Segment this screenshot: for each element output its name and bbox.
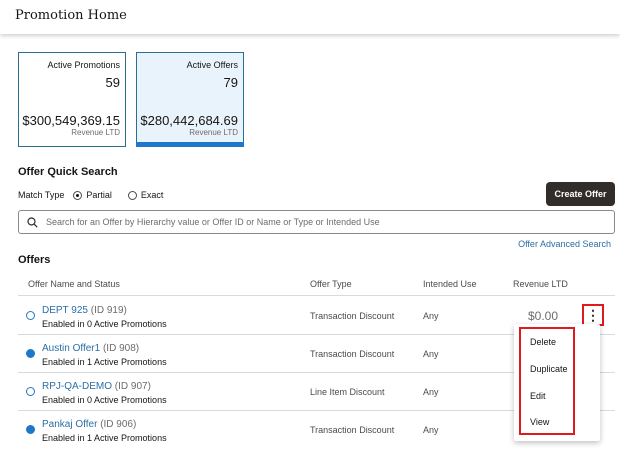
offer-type: Transaction Discount bbox=[310, 349, 395, 359]
column-header-revenue[interactable]: Revenue LTD bbox=[513, 279, 568, 289]
page-title: Promotion Home bbox=[15, 8, 127, 23]
column-header-type[interactable]: Offer Type bbox=[310, 279, 352, 289]
exact-option-label[interactable]: Exact bbox=[141, 190, 164, 200]
offer-type: Line Item Discount bbox=[310, 387, 385, 397]
card-count: 79 bbox=[223, 75, 238, 90]
intended-use: Any bbox=[423, 311, 439, 321]
offer-status: Enabled in 0 Active Promotions bbox=[42, 319, 167, 329]
menu-item-delete[interactable]: Delete bbox=[530, 337, 556, 347]
top-bar: Promotion Home bbox=[0, 0, 620, 34]
offer-name-link[interactable]: Austin Offer1 (ID 908) bbox=[42, 343, 139, 354]
intended-use: Any bbox=[423, 425, 439, 435]
partial-option-label[interactable]: Partial bbox=[86, 190, 112, 200]
offer-status: Enabled in 0 Active Promotions bbox=[42, 395, 167, 405]
offer-name-link[interactable]: DEPT 925 (ID 919) bbox=[42, 305, 127, 316]
status-indicator bbox=[26, 349, 35, 358]
active-promotions-card[interactable]: Active Promotions 59 $300,549,369.15 Rev… bbox=[18, 52, 126, 147]
offer-status: Enabled in 1 Active Promotions bbox=[42, 433, 167, 443]
exact-radio[interactable] bbox=[127, 190, 137, 200]
active-offers-card[interactable]: Active Offers 79 $280,442,684.69 Revenue… bbox=[136, 52, 244, 147]
offer-search-box[interactable] bbox=[18, 210, 615, 234]
menu-item-duplicate[interactable]: Duplicate bbox=[530, 364, 568, 374]
row-actions-button[interactable]: ⋮ bbox=[582, 304, 604, 326]
intended-use: Any bbox=[423, 349, 439, 359]
revenue-ltd: $0.00 bbox=[528, 309, 559, 323]
offer-status: Enabled in 1 Active Promotions bbox=[42, 357, 167, 367]
offer-name-link[interactable]: Pankaj Offer (ID 906) bbox=[42, 419, 136, 430]
match-type-group: Match Type Partial Exact bbox=[18, 190, 163, 200]
offers-table-header: Offer Name and Status Offer Type Intende… bbox=[18, 272, 615, 296]
offer-advanced-search-link[interactable]: Offer Advanced Search bbox=[518, 239, 611, 249]
card-count: 59 bbox=[105, 75, 120, 90]
intended-use: Any bbox=[423, 387, 439, 397]
card-label: Active Offers bbox=[186, 60, 238, 70]
column-header-name[interactable]: Offer Name and Status bbox=[28, 279, 120, 289]
menu-item-edit[interactable]: Edit bbox=[530, 391, 546, 401]
card-amount: $280,442,684.69 bbox=[140, 113, 238, 128]
offers-heading: Offers bbox=[18, 254, 51, 266]
more-vertical-icon: ⋮ bbox=[586, 307, 600, 323]
menu-item-view[interactable]: View bbox=[530, 417, 549, 427]
status-indicator bbox=[26, 425, 35, 434]
column-header-use[interactable]: Intended Use bbox=[423, 279, 477, 289]
search-icon bbox=[27, 216, 38, 228]
offer-type: Transaction Discount bbox=[310, 311, 395, 321]
partial-radio[interactable] bbox=[73, 190, 83, 200]
card-sublabel: Revenue LTD bbox=[189, 128, 238, 137]
match-type-label: Match Type bbox=[18, 190, 65, 200]
quick-search-heading: Offer Quick Search bbox=[18, 166, 118, 178]
card-label: Active Promotions bbox=[47, 60, 120, 70]
card-sublabel: Revenue LTD bbox=[71, 128, 120, 137]
offer-name-link[interactable]: RPJ-QA-DEMO (ID 907) bbox=[42, 381, 151, 392]
offer-type: Transaction Discount bbox=[310, 425, 395, 435]
search-input[interactable] bbox=[46, 217, 606, 227]
create-offer-button[interactable]: Create Offer bbox=[546, 182, 615, 206]
status-indicator bbox=[26, 311, 35, 320]
status-indicator bbox=[26, 387, 35, 396]
card-amount: $300,549,369.15 bbox=[22, 113, 120, 128]
